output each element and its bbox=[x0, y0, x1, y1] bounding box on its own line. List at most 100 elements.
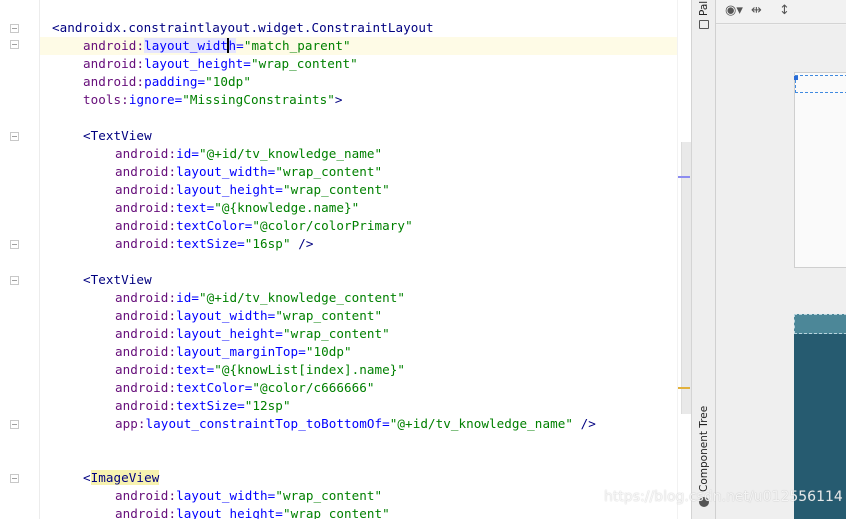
code-line[interactable]: tools:ignore="MissingConstraints"> bbox=[40, 91, 680, 109]
scrollbar-thumb[interactable] bbox=[681, 142, 691, 414]
code-line[interactable]: android:layout_width="wrap_content" bbox=[40, 163, 680, 181]
attr-equals: = bbox=[382, 416, 390, 431]
attr-name: layout_width bbox=[176, 164, 268, 179]
fold-marker-icon[interactable] bbox=[10, 240, 19, 249]
attr-equals: = bbox=[275, 182, 283, 197]
resize-handle[interactable] bbox=[794, 76, 798, 80]
stripe-marker[interactable] bbox=[678, 176, 690, 178]
attr-value: "@{knowledge.name}" bbox=[214, 200, 360, 215]
attr-value: "@color/colorPrimary" bbox=[252, 218, 413, 233]
attr-value: "16sp" bbox=[244, 236, 291, 251]
attr-colon: : bbox=[168, 218, 177, 233]
code-line[interactable]: android:layout_width="match_parent" bbox=[40, 37, 680, 55]
code-line[interactable]: <androidx.constraintlayout.widget.Constr… bbox=[40, 19, 680, 37]
attr-namespace: android bbox=[115, 182, 169, 197]
fold-marker-icon[interactable] bbox=[10, 474, 19, 483]
design-preview-panel: Pal Component Tree ◉▾ ⇹ ↕ bbox=[691, 0, 846, 519]
code-line[interactable]: <TextView bbox=[40, 127, 680, 145]
fold-marker-icon[interactable] bbox=[10, 420, 19, 429]
attr-equals: = bbox=[197, 74, 206, 89]
attr-namespace: tools bbox=[83, 92, 122, 107]
code-line[interactable] bbox=[40, 109, 680, 127]
code-line[interactable] bbox=[40, 451, 680, 469]
attr-colon: : bbox=[168, 344, 177, 359]
eye-icon[interactable]: ◉▾ bbox=[725, 0, 743, 22]
attr-colon: : bbox=[168, 506, 177, 519]
attr-namespace: android bbox=[83, 38, 137, 53]
code-line[interactable]: android:layout_height="wrap_content" bbox=[40, 181, 680, 199]
attr-value: "wrap_content" bbox=[282, 506, 390, 519]
code-line[interactable]: android:layout_width="wrap_content" bbox=[40, 487, 680, 505]
attr-value: "wrap_content" bbox=[282, 326, 390, 341]
attr-colon: : bbox=[168, 398, 177, 413]
code-line[interactable]: android:text="@{knowledge.name}" bbox=[40, 199, 680, 217]
attr-value: "12sp" bbox=[244, 398, 291, 413]
code-line[interactable] bbox=[40, 433, 680, 451]
attr-namespace: android bbox=[115, 236, 169, 251]
code-line[interactable]: android:id="@+id/tv_knowledge_content" bbox=[40, 289, 680, 307]
tag-close: /> bbox=[572, 416, 596, 431]
attr-name: layout_constraintTop_toBottomOf bbox=[145, 416, 383, 431]
attr-equals: = bbox=[275, 326, 283, 341]
attr-equals: = bbox=[191, 146, 199, 161]
fold-marker-icon[interactable] bbox=[10, 276, 19, 285]
code-line[interactable]: android:layout_height="wrap_content" bbox=[40, 55, 680, 73]
attr-value: "wrap_content" bbox=[250, 56, 358, 71]
stripe-marker[interactable] bbox=[678, 387, 690, 389]
code-line[interactable]: android:layout_marginTop="10dp" bbox=[40, 343, 680, 361]
attr-value: "MissingConstraints" bbox=[182, 92, 335, 107]
attr-value: "@{knowList[index].name}" bbox=[214, 362, 406, 377]
tag-open-bracket: < bbox=[83, 470, 91, 485]
vertical-constraints-icon[interactable]: ↕ bbox=[779, 0, 790, 22]
code-line[interactable]: android:padding="10dp" bbox=[40, 73, 680, 91]
attr-name: layout_height bbox=[176, 506, 276, 519]
attr-namespace: android bbox=[83, 74, 137, 89]
code-line[interactable]: android:textColor="@color/c666666" bbox=[40, 379, 680, 397]
palette-tab[interactable]: Pal bbox=[698, 1, 710, 16]
attr-namespace: android bbox=[115, 488, 169, 503]
code-line[interactable]: <TextView bbox=[40, 271, 680, 289]
attr-value: "wrap_content" bbox=[275, 164, 383, 179]
fold-marker-icon[interactable] bbox=[10, 24, 19, 33]
code-line[interactable]: android:text="@{knowList[index].name}" bbox=[40, 361, 680, 379]
editor-gutter bbox=[0, 0, 40, 519]
attr-name: textColor bbox=[176, 380, 245, 395]
code-line[interactable]: android:layout_height="wrap_content" bbox=[40, 325, 680, 343]
code-line[interactable]: app:layout_constraintTop_toBottomOf="@+i… bbox=[40, 415, 680, 433]
attr-colon: : bbox=[168, 308, 177, 323]
watermark-text: https://blog.csdn.net/u012556114 bbox=[604, 489, 843, 505]
attr-value: "match_parent" bbox=[243, 38, 351, 53]
fold-marker-icon[interactable] bbox=[10, 132, 19, 141]
selected-view-outline-blueprint[interactable] bbox=[794, 314, 846, 334]
fold-marker-icon[interactable] bbox=[10, 40, 19, 49]
attr-colon: : bbox=[121, 92, 129, 107]
attr-colon: : bbox=[168, 146, 177, 161]
attr-equals: = bbox=[275, 506, 283, 519]
code-line[interactable]: android:textSize="12sp" bbox=[40, 397, 680, 415]
code-lines[interactable]: <androidx.constraintlayout.widget.Constr… bbox=[40, 19, 680, 519]
attr-value: "wrap_content" bbox=[282, 182, 390, 197]
component-tree-tab[interactable]: Component Tree bbox=[698, 406, 710, 492]
side-tool-strip: Pal Component Tree bbox=[692, 0, 716, 519]
attr-value: "10dp" bbox=[205, 74, 251, 89]
code-line[interactable]: <ImageView bbox=[40, 469, 680, 487]
design-surface[interactable] bbox=[794, 72, 846, 268]
tag-open-bracket: < bbox=[52, 20, 60, 35]
code-editor[interactable]: <androidx.constraintlayout.widget.Constr… bbox=[0, 0, 691, 519]
attr-value: "@color/c666666" bbox=[252, 380, 375, 395]
selected-view-outline[interactable] bbox=[794, 75, 846, 93]
horizontal-constraints-icon[interactable]: ⇹ bbox=[751, 0, 762, 22]
code-line[interactable]: android:textSize="16sp" /> bbox=[40, 235, 680, 253]
attr-name: layout_marginTop bbox=[176, 344, 299, 359]
code-line[interactable]: android:layout_height="wrap_content" bbox=[40, 505, 680, 519]
attr-name: id bbox=[176, 290, 192, 305]
attr-equals: = bbox=[191, 290, 199, 305]
code-line[interactable]: android:id="@+id/tv_knowledge_name" bbox=[40, 145, 680, 163]
attr-equals: = bbox=[237, 236, 245, 251]
tag-close: > bbox=[334, 92, 343, 107]
code-line[interactable]: android:layout_width="wrap_content" bbox=[40, 307, 680, 325]
attr-value: "@+id/tv_knowledge_content" bbox=[198, 290, 406, 305]
code-line[interactable] bbox=[40, 253, 680, 271]
attr-value: "@+id/tv_knowledge_name" bbox=[389, 416, 573, 431]
code-line[interactable]: android:textColor="@color/colorPrimary" bbox=[40, 217, 680, 235]
